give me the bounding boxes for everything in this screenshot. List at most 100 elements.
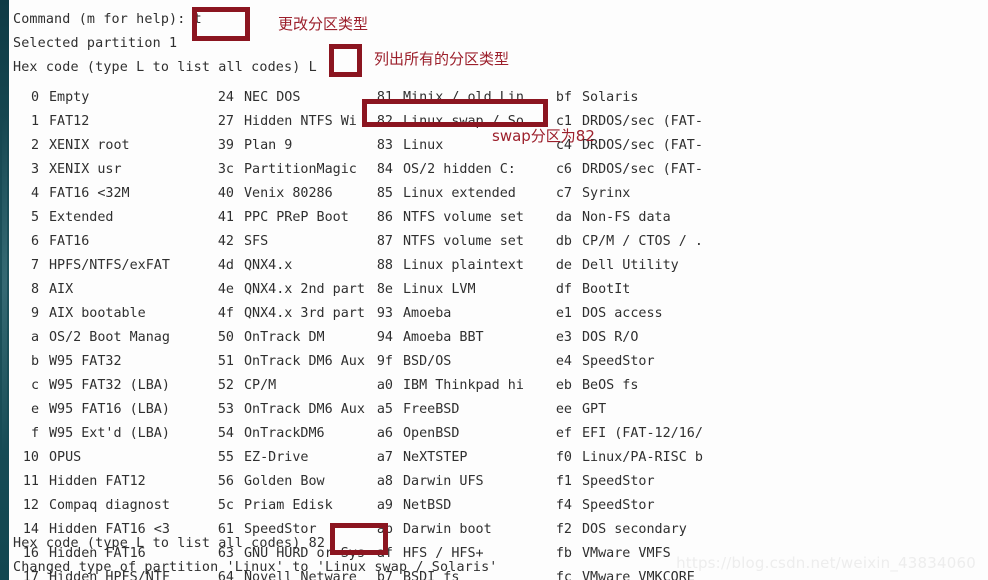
partition-code: 5 [30, 210, 39, 225]
partition-code: b [30, 354, 39, 369]
partition-type-row: 3 XENIX usr 3c PartitionMagic 84 OS/2 hidden … [9, 158, 988, 182]
partition-code: da [555, 210, 572, 225]
partition-code: 40 [217, 186, 234, 201]
partition-code: 5c [217, 498, 234, 513]
partition-name: PPC PReP Boot [244, 210, 349, 225]
partition-code: 84 [376, 162, 393, 177]
partition-name: FAT16 [49, 234, 90, 249]
partition-code: 41 [217, 210, 234, 225]
partition-name: IBM Thinkpad hi [403, 378, 524, 393]
partition-name: PartitionMagic [244, 162, 357, 177]
partition-name: Golden Bow [244, 474, 325, 489]
partition-code: 39 [217, 138, 234, 153]
partition-code: 82 [376, 114, 393, 129]
partition-name: BeOS fs [582, 378, 639, 393]
partition-name: OnTrackDM6 [244, 426, 325, 441]
partition-name: OpenBSD [403, 426, 460, 441]
partition-type-row: 4 FAT16 <32M 40 Venix 80286 85 Linux extended… [9, 182, 988, 206]
partition-name: NTFS volume set [403, 210, 524, 225]
partition-code: 55 [217, 450, 234, 465]
partition-name: GPT [582, 402, 607, 417]
partition-code: df [555, 282, 572, 297]
partition-code: 54 [217, 426, 234, 441]
partition-code: 11 [22, 474, 39, 489]
partition-code: ef [555, 426, 572, 441]
partition-code: eb [555, 378, 572, 393]
partition-code: e [30, 402, 39, 417]
partition-name: W95 FAT16 (LBA) [49, 402, 170, 417]
partition-code: 1 [30, 114, 39, 129]
partition-code: 0 [30, 90, 39, 105]
partition-name: Linux [403, 138, 444, 153]
partition-code: a5 [376, 402, 393, 417]
partition-type-row: c W95 FAT32 (LBA) 52 CP/M a0 IBM Thinkpad hi e… [9, 374, 988, 398]
partition-name: NeXTSTEP [403, 450, 468, 465]
partition-code: f [30, 426, 39, 441]
partition-type-row: 7 HPFS/NTFS/exFAT 4d QNX4.x 88 Linux plaintex… [9, 254, 988, 278]
partition-name: W95 FAT32 (LBA) [49, 378, 170, 393]
partition-code: fb [555, 546, 572, 561]
partition-name: OnTrack DM [244, 330, 325, 345]
terminal-footer-line-0: Hex code (type L to list all codes) 82 [13, 536, 326, 551]
partition-name: Amoeba [403, 306, 452, 321]
partition-type-row: 9 AIX bootable 4f QNX4.x 3rd part 93 Amoeba e1… [9, 302, 988, 326]
partition-code: c7 [555, 186, 572, 201]
partition-name: Minix / old Lin [403, 90, 524, 105]
partition-name: QNX4.x 3rd part [244, 306, 365, 321]
partition-name: SpeedStor [582, 498, 655, 513]
partition-name: EFI (FAT-12/16/ [582, 426, 703, 441]
annotation-note-1: 列出所有的分区类型 [374, 50, 510, 68]
partition-code: ab [376, 522, 393, 537]
partition-name: Non-FS data [582, 210, 671, 225]
partition-name: OS/2 hidden C: [403, 162, 516, 177]
partition-name: Linux extended [403, 186, 516, 201]
partition-code: 83 [376, 138, 393, 153]
partition-name: Extended [49, 210, 114, 225]
partition-code: 2 [30, 138, 39, 153]
partition-name: FreeBSD [403, 402, 460, 417]
partition-code: c [30, 378, 39, 393]
partition-name: AIX [49, 282, 74, 297]
partition-code: f1 [555, 474, 572, 489]
partition-type-row: a OS/2 Boot Manag 50 OnTrack DM 94 Amoeba BBT… [9, 326, 988, 350]
desktop-edge-strip [0, 0, 9, 580]
partition-name: QNX4.x 2nd part [244, 282, 365, 297]
partition-code: 87 [376, 234, 393, 249]
partition-code: fc [555, 570, 572, 580]
partition-code: 9 [30, 306, 39, 321]
partition-name: OnTrack DM6 Aux [244, 354, 365, 369]
partition-type-row: 6 FAT16 42 SFS 87 NTFS volume set db CP/M / CTO… [9, 230, 988, 254]
partition-name: Hidden FAT12 [49, 474, 146, 489]
partition-name: Linux/PA-RISC b [582, 450, 703, 465]
partition-code: 9f [376, 354, 393, 369]
partition-code: 8e [376, 282, 393, 297]
partition-code: f4 [555, 498, 572, 513]
partition-name: EZ-Drive [244, 450, 309, 465]
partition-code: 4f [217, 306, 234, 321]
partition-type-row: 5 Extended 41 PPC PReP Boot 86 NTFS volume se… [9, 206, 988, 230]
partition-name: BootIt [582, 282, 631, 297]
partition-name: Priam Edisk [244, 498, 333, 513]
partition-code: 6 [30, 234, 39, 249]
terminal-prompt-line-1: Selected partition 1 [13, 36, 178, 51]
partition-code: a9 [376, 498, 393, 513]
partition-name: CP/M [244, 378, 277, 393]
partition-code: e3 [555, 330, 572, 345]
partition-code: de [555, 258, 572, 273]
partition-name: W95 FAT32 [49, 354, 122, 369]
partition-type-row: e W95 FAT16 (LBA) 53 OnTrack DM6 Aux a5 FreeB… [9, 398, 988, 422]
partition-name: NTFS volume set [403, 234, 524, 249]
partition-code: a6 [376, 426, 393, 441]
partition-code: 88 [376, 258, 393, 273]
partition-type-row: 12 Compaq diagnost 5c Priam Edisk a9 NetBSD f4… [9, 494, 988, 518]
partition-name: Compaq diagnost [49, 498, 170, 513]
terminal-output-area[interactable]: Command (m for help): t Selected partitio… [9, 0, 988, 580]
partition-name: Solaris [582, 90, 639, 105]
partition-code: 93 [376, 306, 393, 321]
partition-name: VMware VMFS [582, 546, 671, 561]
partition-code: f0 [555, 450, 572, 465]
partition-code: db [555, 234, 572, 249]
partition-name: XENIX root [49, 138, 130, 153]
partition-code: 3c [217, 162, 234, 177]
partition-code: 81 [376, 90, 393, 105]
